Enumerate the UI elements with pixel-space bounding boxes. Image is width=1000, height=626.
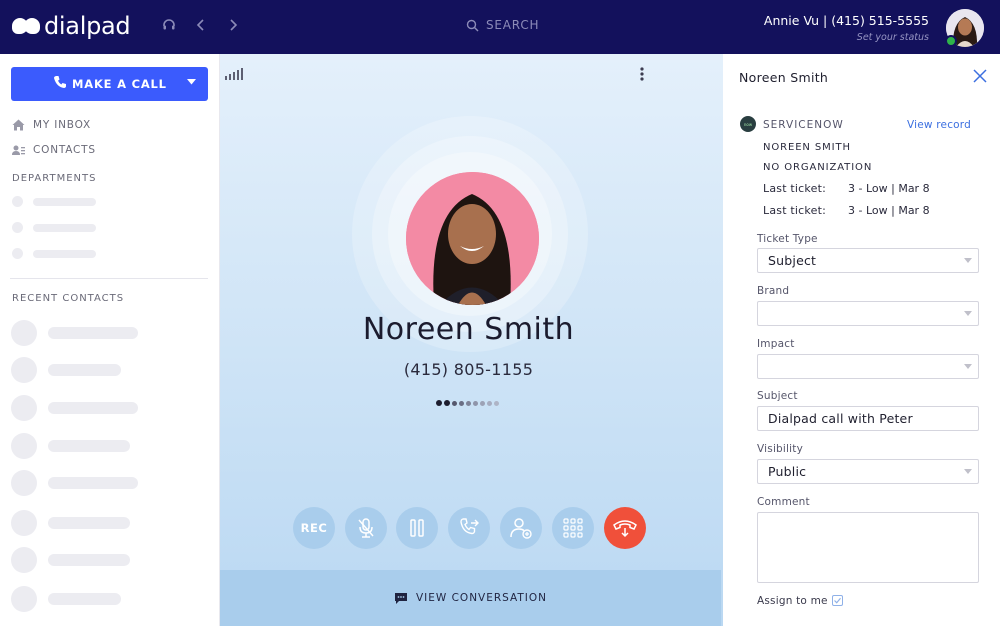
ticket-value: 3 - Low | Mar 8 <box>848 182 930 195</box>
make-a-call-button[interactable]: MAKE A CALL <box>11 67 208 101</box>
impact-select[interactable] <box>757 354 979 379</box>
search-label: SEARCH <box>486 18 540 32</box>
transfer-button[interactable] <box>448 507 490 549</box>
search-icon <box>466 19 479 31</box>
subject-value: Dialpad call with Peter <box>768 411 913 426</box>
assign-to-me-label: Assign to me <box>757 595 828 607</box>
pause-icon <box>410 519 424 537</box>
comment-label: Comment <box>757 496 810 508</box>
recent-contact-placeholder <box>11 470 138 496</box>
recent-contact-placeholder <box>11 357 121 383</box>
recent-contact-placeholder <box>11 320 138 346</box>
panel-title: Noreen Smith <box>739 70 829 85</box>
home-icon <box>12 119 25 131</box>
close-icon[interactable] <box>973 68 987 87</box>
departments-heading: DEPARTMENTS <box>12 173 97 184</box>
department-placeholder <box>12 196 96 207</box>
sidebar-item-my-inbox[interactable]: MY INBOX <box>12 119 91 131</box>
add-caller-button[interactable] <box>500 507 542 549</box>
subject-label: Subject <box>757 390 798 402</box>
signal-strength-icon <box>225 68 243 80</box>
microphone-muted-icon <box>358 518 374 538</box>
call-connecting-indicator <box>436 400 499 406</box>
caller-avatar <box>406 172 539 305</box>
make-a-call-label: MAKE A CALL <box>72 77 167 91</box>
search-box[interactable]: SEARCH <box>466 18 539 32</box>
recent-contact-placeholder <box>11 395 138 421</box>
dropdown-arrow-icon <box>964 258 972 263</box>
contact-details-panel: Noreen Smith now SERVICENOW View record … <box>723 54 1000 626</box>
keypad-button[interactable] <box>552 507 594 549</box>
impact-label: Impact <box>757 338 795 350</box>
dropdown-arrow-icon <box>964 469 972 474</box>
ticket-value: 3 - Low | Mar 8 <box>848 204 930 217</box>
view-record-link[interactable]: View record <box>907 119 971 131</box>
sidebar-item-label: CONTACTS <box>33 144 96 156</box>
ticket-type-select[interactable]: Subject <box>757 248 979 273</box>
department-placeholder <box>12 248 96 259</box>
ticket-type-value: Subject <box>768 253 817 268</box>
visibility-select[interactable]: Public <box>757 459 979 484</box>
contact-name: NOREEN SMITH <box>763 142 851 153</box>
headset-icon[interactable] <box>160 17 178 36</box>
brand-select[interactable] <box>757 301 979 326</box>
more-options-icon[interactable] <box>640 67 644 84</box>
user-name: Annie Vu | (415) 515-5555 <box>763 13 929 28</box>
check-icon <box>834 597 841 604</box>
servicenow-label: SERVICENOW <box>763 119 844 131</box>
back-arrow-icon[interactable] <box>192 17 210 36</box>
ticket-type-label: Ticket Type <box>757 233 818 245</box>
chevron-down-icon[interactable] <box>187 78 196 88</box>
recent-contact-placeholder <box>11 433 130 459</box>
dialpad-logo-icon <box>12 12 42 40</box>
record-button-label: REC <box>300 521 328 535</box>
dropdown-arrow-icon <box>964 364 972 369</box>
caller-name: Noreen Smith <box>362 312 575 347</box>
ticket-label: Last ticket: <box>763 182 826 195</box>
recent-contact-placeholder <box>11 510 130 536</box>
sidebar-item-label: MY INBOX <box>33 119 91 131</box>
sidebar-item-contacts[interactable]: CONTACTS <box>12 144 96 156</box>
record-button[interactable]: REC <box>293 507 335 549</box>
recent-contact-placeholder <box>11 586 121 612</box>
brand-label: Brand <box>757 285 790 297</box>
keypad-icon <box>563 518 583 538</box>
phone-icon <box>53 75 67 93</box>
transfer-call-icon <box>460 518 479 535</box>
mute-button[interactable] <box>345 507 387 549</box>
ticket-label: Last ticket: <box>763 204 826 217</box>
add-person-icon <box>510 518 532 539</box>
hang-up-icon <box>613 520 637 538</box>
hold-button[interactable] <box>396 507 438 549</box>
sidebar-divider <box>10 278 208 279</box>
user-status[interactable]: Set your status <box>764 32 929 43</box>
subject-input[interactable]: Dialpad call with Peter <box>757 406 979 431</box>
dialpad-logo[interactable]: dialpad <box>12 12 131 40</box>
servicenow-icon: now <box>740 116 756 132</box>
dropdown-arrow-icon <box>964 311 972 316</box>
caller-number: (415) 805-1155 <box>403 360 534 379</box>
nav-controls <box>160 17 242 36</box>
visibility-label: Visibility <box>757 443 804 455</box>
presence-indicator <box>945 35 957 47</box>
hang-up-button[interactable] <box>604 507 646 549</box>
view-conversation-label: VIEW CONVERSATION <box>415 592 548 604</box>
visibility-value: Public <box>768 464 807 479</box>
contacts-icon <box>12 145 25 155</box>
view-conversation-button[interactable]: VIEW CONVERSATION <box>220 570 721 626</box>
active-call-panel: Noreen Smith (415) 805-1155 REC VIEW CON… <box>220 54 723 626</box>
recent-contacts-heading: RECENT CONTACTS <box>12 293 125 304</box>
user-info[interactable]: Annie Vu | (415) 515-5555 Set your statu… <box>764 13 929 43</box>
recent-contact-placeholder <box>11 547 130 573</box>
logo-text: dialpad <box>44 12 131 40</box>
organization: NO ORGANIZATION <box>763 162 873 173</box>
forward-arrow-icon[interactable] <box>224 17 242 36</box>
assign-to-me-checkbox[interactable] <box>832 595 843 606</box>
chat-bubble-icon <box>394 592 407 604</box>
top-bar: dialpad SEARCH Annie Vu | (415) 515-5555… <box>0 0 1000 54</box>
comment-textarea[interactable] <box>757 512 979 583</box>
department-placeholder <box>12 222 96 233</box>
sidebar: MAKE A CALL MY INBOX CONTACTS DEPARTMENT… <box>0 54 220 626</box>
